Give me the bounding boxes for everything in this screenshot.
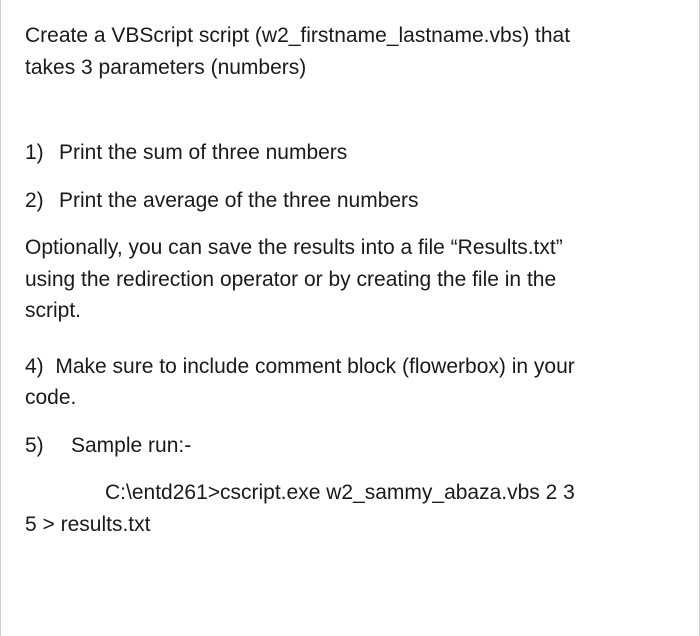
item4-line-1: Make sure to include comment block (flow… bbox=[55, 355, 574, 378]
list-marker: 2) bbox=[25, 185, 59, 217]
list-item-2: 2) Print the average of the three number… bbox=[25, 185, 675, 217]
optional-line-3: script. bbox=[25, 299, 81, 322]
list-item-4: 4) Make sure to include comment block (f… bbox=[25, 351, 675, 414]
optional-paragraph: Optionally, you can save the results int… bbox=[25, 232, 675, 327]
assignment-body: Create a VBScript script (w2_firstname_l… bbox=[1, 0, 699, 560]
sample-run-label: Sample run:- bbox=[71, 430, 675, 462]
optional-line-2: using the redirection operator or by cre… bbox=[25, 268, 556, 291]
list-item-1: 1) Print the sum of three numbers bbox=[25, 137, 675, 169]
intro-line-1: Create a VBScript script (w2_firstname_l… bbox=[25, 24, 570, 47]
sample-command: C:\entd261>cscript.exe w2_sammy_abaza.vb… bbox=[105, 477, 675, 509]
intro-line-2: takes 3 parameters (numbers) bbox=[25, 56, 306, 79]
list-marker: 1) bbox=[25, 137, 59, 169]
item4-line-2: code. bbox=[25, 386, 76, 409]
list-body: Print the sum of three numbers bbox=[59, 137, 675, 169]
intro-paragraph: Create a VBScript script (w2_firstname_l… bbox=[25, 20, 675, 83]
list-item-5: 5) Sample run:- C:\entd261>cscript.exe w… bbox=[25, 430, 675, 541]
item5-header: 5) Sample run:- bbox=[25, 430, 675, 462]
list-marker: 4) bbox=[25, 355, 44, 378]
list-body: Print the average of the three numbers bbox=[59, 185, 675, 217]
list-marker: 5) bbox=[25, 430, 71, 462]
optional-line-1: Optionally, you can save the results int… bbox=[25, 236, 563, 259]
sample-command-tail: 5 > results.txt bbox=[25, 509, 675, 541]
spacer bbox=[25, 107, 675, 137]
